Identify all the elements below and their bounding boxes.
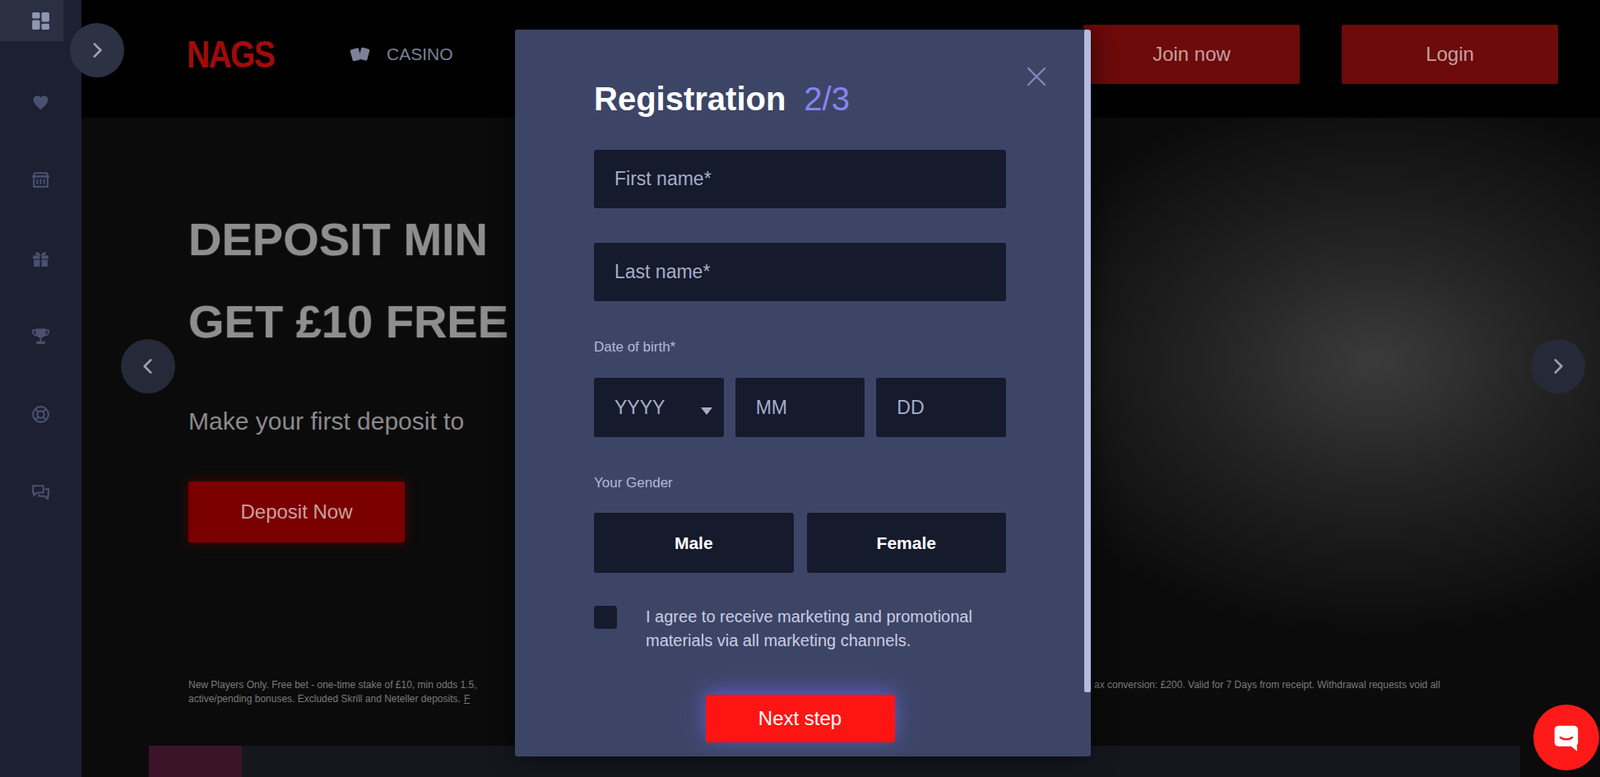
- marketing-checkbox[interactable]: [593, 605, 617, 629]
- marketing-label: I agree to receive marketing and promoti…: [645, 604, 975, 653]
- gift-icon: [30, 247, 52, 269]
- last-name-field[interactable]: [593, 242, 1007, 302]
- casino-icon: [30, 169, 52, 191]
- terms-line: ax conversion: £200. Valid for 7 Days fr…: [1094, 677, 1441, 692]
- chevron-right-icon: [1547, 355, 1569, 377]
- dob-row: [593, 377, 1007, 437]
- dob-label: Date of birth*: [593, 338, 1007, 357]
- nav-label: CASINO: [386, 44, 454, 65]
- gender-label: Your Gender: [593, 473, 1007, 492]
- next-arrow[interactable]: [1530, 338, 1586, 394]
- gender-row: Male Female: [593, 512, 1007, 573]
- sidebar-item[interactable]: [0, 218, 82, 297]
- logo[interactable]: NAGS: [186, 24, 276, 84]
- heart-icon: [30, 91, 52, 112]
- terms-text: active/pending bonuses. Excluded Skrill …: [188, 692, 461, 705]
- dob-field[interactable]: [876, 377, 1007, 437]
- terms-left: New Players Only. Free bet - one-time st…: [188, 677, 515, 706]
- terms-right: ax conversion: £200. Valid for 7 Days fr…: [1094, 677, 1441, 706]
- login-button[interactable]: Login: [1341, 24, 1559, 84]
- dob-field[interactable]: [735, 377, 866, 437]
- chat-button[interactable]: [1533, 704, 1600, 770]
- terms-text: New Players Only. Free bet - one-time st…: [188, 678, 478, 691]
- gender-option[interactable]: Female: [806, 512, 1007, 573]
- sidebar-item[interactable]: [0, 140, 82, 219]
- dashboard-icon: [30, 10, 52, 32]
- strip-tab[interactable]: [148, 745, 242, 777]
- registration-modal: Registration 2/3 Date of birth* Your Gender…: [514, 29, 1091, 756]
- step-indicator: 2/3: [803, 78, 850, 119]
- first-name-field[interactable]: [593, 149, 1007, 209]
- cards-icon: [348, 45, 373, 64]
- terms-line: New Players Only. Free bet - one-time st…: [188, 677, 515, 692]
- next-step-button[interactable]: Next step: [705, 694, 896, 743]
- dob-input[interactable]: [876, 377, 1007, 437]
- sidebar-item[interactable]: [0, 62, 82, 141]
- terms-line: active/pending bonuses. Excluded Skrill …: [188, 691, 515, 706]
- join-button[interactable]: Join now: [1083, 24, 1300, 84]
- nav-item[interactable]: CASINO: [348, 24, 454, 84]
- gender-label: Male: [674, 533, 714, 553]
- terms-link[interactable]: F: [463, 692, 470, 705]
- chat-icon: [30, 482, 52, 503]
- deposit-button[interactable]: Deposit Now: [188, 481, 405, 543]
- sidebar-item[interactable]: [0, 0, 82, 42]
- gender-option[interactable]: Male: [593, 512, 794, 573]
- scrollbar[interactable]: [1084, 29, 1091, 692]
- close-icon[interactable]: [1024, 64, 1049, 89]
- chevron-right-icon: [86, 39, 108, 61]
- lifebuoy-icon: [30, 403, 52, 425]
- caret-icon: [700, 403, 713, 411]
- trophy-icon: [30, 325, 52, 347]
- expand-sidebar-button[interactable]: [69, 23, 125, 78]
- modal-title-row: Registration 2/3: [593, 78, 1007, 119]
- dob-input[interactable]: [735, 377, 866, 437]
- gender-label: Female: [876, 533, 937, 553]
- marketing-row: I agree to receive marketing and promoti…: [593, 605, 1007, 653]
- modal-title: Registration: [593, 78, 786, 119]
- chevron-left-icon: [137, 355, 159, 377]
- year-select[interactable]: [593, 377, 724, 437]
- sidebar-item[interactable]: [0, 453, 82, 532]
- sidebar-item[interactable]: [0, 296, 82, 376]
- sidebar-item[interactable]: [0, 375, 82, 454]
- sidebar: [0, 0, 82, 777]
- prev-arrow[interactable]: [120, 338, 176, 394]
